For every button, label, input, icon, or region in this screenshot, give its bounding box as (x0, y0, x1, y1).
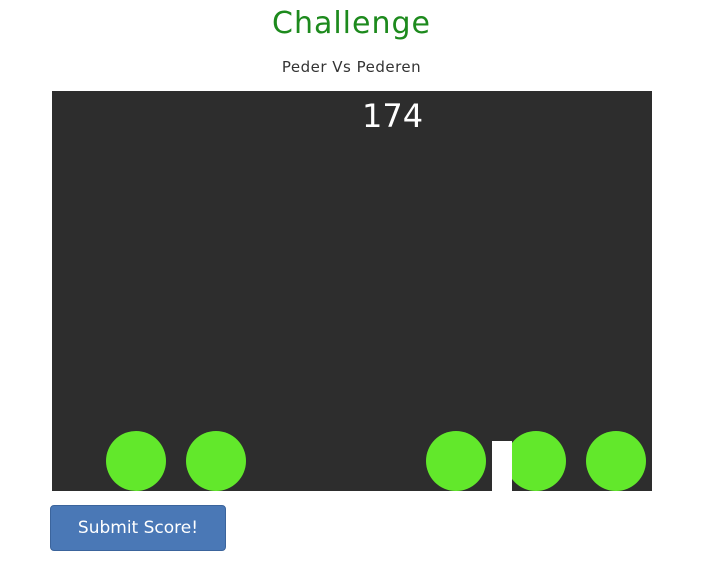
submit-score-button[interactable]: Submit Score! (50, 505, 226, 551)
ball-4 (506, 431, 566, 491)
page-subtitle: Peder Vs Pederen (281, 58, 422, 76)
player-paddle (492, 441, 512, 491)
page-title: Challenge (272, 6, 431, 41)
score-display: 174 (362, 97, 424, 135)
game-canvas[interactable]: 174 (52, 91, 652, 491)
ball-2 (186, 431, 246, 491)
ball-1 (106, 431, 166, 491)
ball-3 (426, 431, 486, 491)
ball-5 (586, 431, 646, 491)
